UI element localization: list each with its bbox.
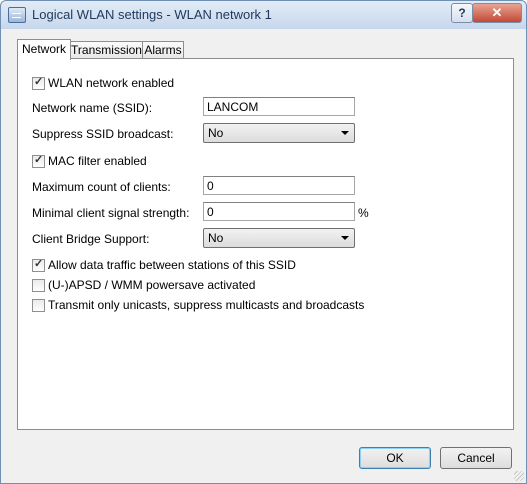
suppress-ssid-value: No xyxy=(208,126,224,140)
app-icon xyxy=(8,7,26,23)
suppress-ssid-label: Suppress SSID broadcast: xyxy=(32,127,174,141)
max-clients-label: Maximum count of clients: xyxy=(32,180,171,194)
ssid-label: Network name (SSID): xyxy=(32,101,153,115)
tab-network[interactable]: Network xyxy=(17,39,71,60)
window-title: Logical WLAN settings - WLAN network 1 xyxy=(32,7,272,22)
client-bridge-label: Client Bridge Support: xyxy=(32,232,150,246)
network-panel: WLAN network enabled Network name (SSID)… xyxy=(17,58,514,430)
min-signal-label: Minimal client signal strength: xyxy=(32,206,190,220)
min-signal-input[interactable]: 0 xyxy=(203,202,355,221)
close-button[interactable]: ✕ xyxy=(472,3,522,23)
ssid-input[interactable]: LANCOM xyxy=(203,97,355,116)
allow-traffic-label[interactable]: Allow data traffic between stations of t… xyxy=(48,258,296,272)
ok-button[interactable]: OK xyxy=(359,447,431,469)
wlan-enabled-checkbox[interactable] xyxy=(32,75,45,90)
tab-transmission[interactable]: Transmission xyxy=(70,41,143,59)
max-clients-input[interactable]: 0 xyxy=(203,176,355,195)
tab-alarms[interactable]: Alarms xyxy=(142,41,184,59)
resize-grip-icon[interactable] xyxy=(514,471,524,481)
suppress-ssid-select[interactable]: No xyxy=(203,123,355,143)
apsd-label[interactable]: (U-)APSD / WMM powersave activated xyxy=(48,278,255,292)
help-button[interactable]: ? xyxy=(451,3,473,23)
mac-filter-label[interactable]: MAC filter enabled xyxy=(48,154,147,168)
chevron-down-icon xyxy=(341,236,349,240)
dialog-window: Logical WLAN settings - WLAN network 1 ?… xyxy=(0,0,527,484)
wlan-enabled-label[interactable]: WLAN network enabled xyxy=(48,76,174,90)
client-bridge-value: No xyxy=(208,231,224,245)
percent-unit: % xyxy=(358,206,369,220)
unicast-only-checkbox[interactable] xyxy=(32,299,45,312)
unicast-only-label[interactable]: Transmit only unicasts, suppress multica… xyxy=(48,298,364,312)
apsd-checkbox[interactable] xyxy=(32,279,45,292)
mac-filter-checkbox[interactable] xyxy=(32,153,45,168)
allow-traffic-checkbox[interactable] xyxy=(32,257,45,272)
chevron-down-icon xyxy=(341,131,349,135)
client-bridge-select[interactable]: No xyxy=(203,228,355,248)
title-bar[interactable]: Logical WLAN settings - WLAN network 1 ?… xyxy=(1,1,526,29)
cancel-button[interactable]: Cancel xyxy=(440,447,512,469)
